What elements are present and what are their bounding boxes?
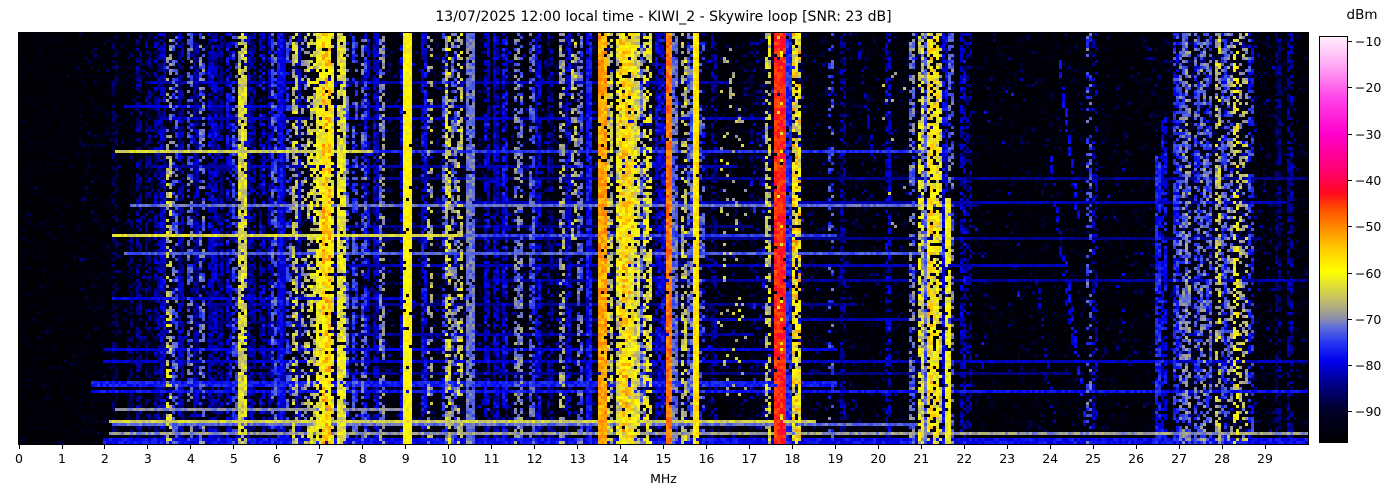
x-tick-label: 5 <box>229 451 238 466</box>
x-tick <box>534 445 536 449</box>
x-tick-label: 16 <box>698 451 715 466</box>
colorbar <box>1319 36 1348 443</box>
colorbar-tick <box>1348 133 1352 135</box>
x-tick-label: 18 <box>784 451 801 466</box>
x-tick <box>577 445 579 449</box>
x-tick-label: 25 <box>1085 451 1102 466</box>
x-tick-label: 12 <box>526 451 543 466</box>
x-tick <box>1006 445 1008 449</box>
colorbar-tick-label: −40 <box>1355 173 1382 188</box>
x-tick <box>362 445 364 449</box>
x-tick-label: 28 <box>1214 451 1231 466</box>
x-tick-label: 17 <box>741 451 758 466</box>
x-tick <box>276 445 278 449</box>
x-tick <box>233 445 235 449</box>
colorbar-tick-label: −80 <box>1355 358 1382 374</box>
x-tick <box>791 445 793 449</box>
x-tick-label: 14 <box>612 451 629 466</box>
colorbar-label: dBm <box>1346 7 1378 23</box>
x-tick <box>491 445 493 449</box>
x-tick-label: 22 <box>956 451 973 466</box>
x-tick-label: 2 <box>100 451 109 466</box>
x-tick-label: 11 <box>483 451 500 466</box>
colorbar-tick-label: −30 <box>1355 126 1382 142</box>
x-tick <box>18 445 20 449</box>
x-tick-label: 26 <box>1128 451 1145 466</box>
x-tick-label: 29 <box>1257 451 1273 466</box>
x-tick-label: 24 <box>1042 451 1059 466</box>
colorbar-tick <box>1348 272 1352 274</box>
colorbar-tick-label: −50 <box>1355 219 1382 235</box>
x-tick <box>104 445 106 449</box>
x-tick <box>1049 445 1051 449</box>
colorbar-tick <box>1348 180 1352 181</box>
x-tick-label: 6 <box>272 451 281 466</box>
x-tick-label: 1 <box>58 451 66 466</box>
x-tick <box>1135 445 1137 449</box>
colorbar-tick <box>1348 226 1352 228</box>
x-tick-label: 10 <box>440 451 457 466</box>
x-tick <box>706 445 707 449</box>
x-tick <box>190 445 192 449</box>
colorbar-tick <box>1348 87 1352 89</box>
x-tick <box>877 445 879 449</box>
x-tick <box>1221 445 1223 449</box>
x-tick-label: 23 <box>999 451 1016 466</box>
x-tick <box>1178 445 1180 449</box>
spectrogram-canvas <box>19 33 1308 444</box>
x-tick-label: 15 <box>655 451 672 466</box>
colorbar-tick <box>1348 318 1352 320</box>
colorbar-tick <box>1348 411 1352 413</box>
x-tick <box>963 445 965 449</box>
x-tick-label: 27 <box>1171 451 1188 466</box>
x-axis-label: MHz <box>650 471 677 486</box>
x-tick-label: 4 <box>186 451 195 466</box>
x-tick <box>147 445 149 449</box>
x-tick <box>748 445 750 449</box>
colorbar-tick <box>1348 365 1352 367</box>
colorbar-tick <box>1348 41 1352 43</box>
plot-area <box>18 32 1309 445</box>
x-tick-label: 8 <box>358 451 367 466</box>
x-tick <box>319 445 321 449</box>
x-tick-label: 0 <box>15 451 23 466</box>
x-tick-label: 13 <box>569 451 586 466</box>
colorbar-tick-label: −10 <box>1355 34 1382 50</box>
x-tick <box>1092 445 1094 449</box>
colorbar-tick-label: −90 <box>1355 404 1382 420</box>
x-tick <box>405 445 407 449</box>
x-tick-label: 20 <box>870 451 887 466</box>
colorbar-tick-label: −20 <box>1355 80 1382 96</box>
x-tick-label: 19 <box>827 451 844 466</box>
x-tick <box>663 445 664 449</box>
x-tick <box>620 445 621 449</box>
colorbar-tick-label: −70 <box>1355 311 1382 327</box>
x-tick <box>834 445 836 449</box>
x-tick <box>1264 445 1266 449</box>
x-tick <box>448 445 450 449</box>
spectrogram-figure: 13/07/2025 12:00 local time - KIWI_2 - S… <box>0 0 1400 500</box>
x-tick-label: 3 <box>143 451 152 466</box>
x-tick-label: 21 <box>913 451 930 466</box>
chart-title: 13/07/2025 12:00 local time - KIWI_2 - S… <box>435 9 892 25</box>
x-tick <box>920 445 922 449</box>
x-tick-label: 7 <box>315 451 324 466</box>
x-tick-label: 9 <box>401 451 410 466</box>
x-tick <box>61 445 63 449</box>
colorbar-tick-label: −60 <box>1355 265 1382 281</box>
